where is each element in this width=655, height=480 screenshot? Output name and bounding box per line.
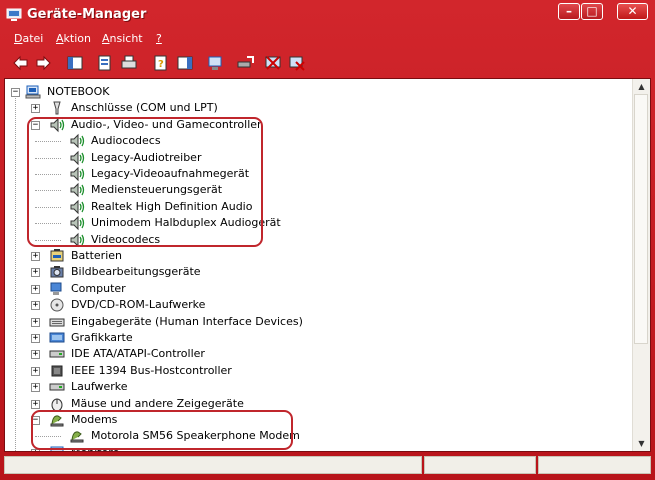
expand-icon[interactable]: + [31,301,40,311]
title-bar[interactable]: Geräte-Manager – □ ✕ [0,0,655,30]
computer-icon [25,84,41,100]
highlight-audio-group [27,117,263,247]
print-icon[interactable] [120,54,138,72]
properties-icon[interactable] [96,54,114,72]
scroll-thumb[interactable] [634,94,648,344]
highlight-modems-group [31,410,293,450]
collapse-icon[interactable]: − [11,88,20,97]
tree-node-2[interactable]: + Batterien [5,248,625,264]
maximize-button[interactable]: □ [581,3,603,20]
expand-icon[interactable]: + [31,366,40,376]
vertical-scrollbar[interactable]: ▲ ▼ [632,79,650,451]
menu-help[interactable]: ? [156,32,162,45]
menu-aktion[interactable]: Aktion [56,32,91,45]
device-manager-window: Geräte-Manager – □ ✕ Datei Aktion Ansicht?… [0,0,655,480]
menu-datei[interactable]: Datei [14,32,43,45]
tree-item-label: IEEE 1394 Bus-Hostcontroller [71,363,232,377]
chip-icon [49,363,65,379]
svg-text:?: ? [158,59,164,70]
status-pane-3 [538,456,651,474]
expand-icon[interactable]: + [31,317,40,327]
expand-icon[interactable]: + [31,104,40,114]
device-tree-panel[interactable]: − NOTEBOOK + Anschlüsse (COM und LPT) − Audio… [4,78,651,452]
tree-node-0[interactable]: + Anschlüsse (COM und LPT) [5,100,625,116]
tree-item-label: Batterien [71,249,122,262]
expand-icon[interactable]: + [31,399,40,409]
minimize-button[interactable]: – [558,3,580,20]
expand-icon[interactable]: + [31,350,40,360]
close-button[interactable]: ✕ [617,3,648,20]
scroll-down-icon[interactable]: ▼ [634,436,649,451]
tree-item-label: Anschlüsse (COM und LPT) [71,101,218,115]
window-title: Geräte-Manager [27,7,147,22]
scroll-up-icon[interactable]: ▲ [634,79,649,94]
forward-icon[interactable] [34,54,52,72]
status-pane-1 [4,456,422,474]
tree-node-9[interactable]: + IEEE 1394 Bus-Hostcontroller [5,363,625,379]
tree-item-label: Grafikkarte [71,331,133,344]
tree-item-label: Computer [71,281,126,295]
tree-node-5[interactable]: + DVD/CD-ROM-Laufwerke [5,297,625,313]
back-icon[interactable] [12,54,30,72]
tree-root-notebook[interactable]: − NOTEBOOK [5,84,625,100]
battery-icon [49,248,65,264]
tree-item-label: Laufwerke [71,380,128,394]
keyboard-icon [49,314,65,330]
tree-node-6[interactable]: + Eingabegeräte (Human Interface Devices) [5,314,625,330]
expand-icon[interactable]: + [31,284,40,294]
menu-bar: Datei Aktion Ansicht? [4,30,651,50]
status-pane-2 [424,456,536,474]
help-icon[interactable]: ? [152,54,170,72]
tree-node-4[interactable]: + Computer [5,281,625,297]
scan-hardware-icon[interactable] [207,54,225,72]
tree-item-label: DVD/CD-ROM-Laufwerke [71,298,206,312]
show-hide-action-pane-icon[interactable] [176,54,194,72]
status-bar [4,454,651,476]
pc-icon [49,281,65,297]
show-hide-tree-icon[interactable] [66,54,84,72]
device-manager-icon [6,8,22,21]
tree-item-label: Bildbearbeitungsgeräte [71,265,201,279]
port-icon [49,100,65,116]
tree-node-10[interactable]: + Laufwerke [5,379,625,395]
tree-node-7[interactable]: + Grafikkarte [5,330,625,346]
display-icon [49,330,65,346]
tree-node-8[interactable]: + IDE ATA/ATAPI-Controller [5,346,625,362]
disable-device-icon[interactable] [264,54,282,72]
toolbar: ? [4,51,651,77]
tree-item-label: IDE ATA/ATAPI-Controller [71,347,205,361]
disc-icon [49,297,65,313]
drive-icon [49,379,65,395]
drive-icon [49,346,65,362]
expand-icon[interactable]: + [31,334,40,343]
tree-item-label: Eingabegeräte (Human Interface Devices) [71,314,303,328]
expand-icon[interactable]: + [31,383,40,393]
expand-icon[interactable]: + [31,252,40,261]
update-driver-icon[interactable] [237,54,255,72]
uninstall-device-icon[interactable] [288,54,306,72]
tree-node-3[interactable]: + Bildbearbeitungsgeräte [5,264,625,280]
tree-item-label: NOTEBOOK [47,85,110,98]
expand-icon[interactable]: + [31,268,40,278]
menu-ansicht[interactable]: Ansicht [102,32,143,45]
camera-icon [49,264,65,280]
